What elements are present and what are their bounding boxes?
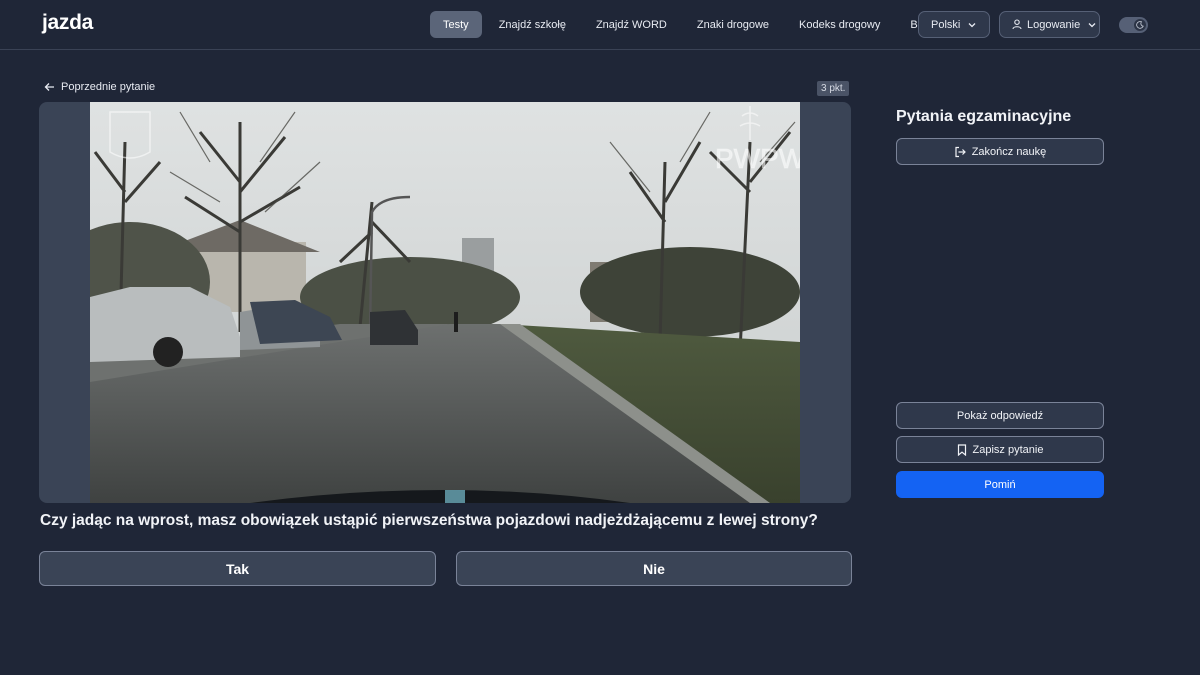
nav-item-road-code[interactable]: Kodeks drogowy bbox=[786, 11, 893, 38]
logo-text: jazda bbox=[42, 11, 94, 34]
show-answer-button[interactable]: Pokaż odpowiedź bbox=[896, 402, 1104, 429]
previous-question-label: Poprzednie pytanie bbox=[61, 81, 156, 93]
answer-no-button[interactable]: Nie bbox=[456, 551, 852, 586]
user-icon bbox=[1012, 19, 1022, 30]
previous-question-link[interactable]: Poprzednie pytanie bbox=[44, 81, 155, 93]
language-label: Polski bbox=[931, 18, 961, 31]
skip-button[interactable]: Pomiń bbox=[896, 471, 1104, 498]
bookmark-icon bbox=[957, 443, 967, 456]
chevron-down-icon bbox=[1087, 20, 1097, 30]
question-video[interactable]: PWPW bbox=[90, 102, 800, 503]
theme-toggle[interactable] bbox=[1119, 17, 1148, 33]
finish-learning-label: Zakończ naukę bbox=[971, 145, 1047, 158]
sidebar-title: Pytania egzaminacyjne bbox=[896, 108, 1072, 125]
logo[interactable]: jazda bbox=[42, 11, 93, 35]
question-text: Czy jadąc na wprost, masz obowiązek ustą… bbox=[40, 512, 818, 529]
street-scene-image: PWPW bbox=[90, 102, 800, 503]
save-question-label: Zapisz pytanie bbox=[972, 443, 1044, 456]
login-button[interactable]: Logowanie bbox=[999, 11, 1100, 38]
skip-label: Pomiń bbox=[984, 478, 1016, 491]
arrow-left-icon bbox=[44, 82, 55, 92]
points-badge: 3 pkt. bbox=[817, 81, 850, 96]
nav-item-testy[interactable]: Testy bbox=[430, 11, 482, 38]
language-select[interactable]: Polski bbox=[918, 11, 990, 38]
main-nav: Testy Znajdź szkołę Znajdź WORD Znaki dr… bbox=[430, 11, 949, 38]
top-navbar: jazda Testy Znajdź szkołę Znajdź WORD Zn… bbox=[0, 0, 1200, 50]
finish-learning-button[interactable]: Zakończ naukę bbox=[896, 138, 1104, 165]
answer-yes-button[interactable]: Tak bbox=[39, 551, 436, 586]
nav-item-find-school[interactable]: Znajdź szkołę bbox=[486, 11, 579, 38]
login-label: Logowanie bbox=[1027, 18, 1081, 31]
moon-icon bbox=[1134, 19, 1146, 31]
chevron-down-icon bbox=[967, 20, 977, 30]
nav-item-road-signs[interactable]: Znaki drogowe bbox=[684, 11, 782, 38]
save-question-button[interactable]: Zapisz pytanie bbox=[896, 436, 1104, 463]
watermark-pwpw: PWPW bbox=[715, 143, 800, 174]
nav-item-find-word[interactable]: Znajdź WORD bbox=[583, 11, 680, 38]
show-answer-label: Pokaż odpowiedź bbox=[956, 409, 1044, 422]
question-media: PWPW bbox=[39, 102, 851, 503]
logout-icon bbox=[954, 146, 966, 158]
